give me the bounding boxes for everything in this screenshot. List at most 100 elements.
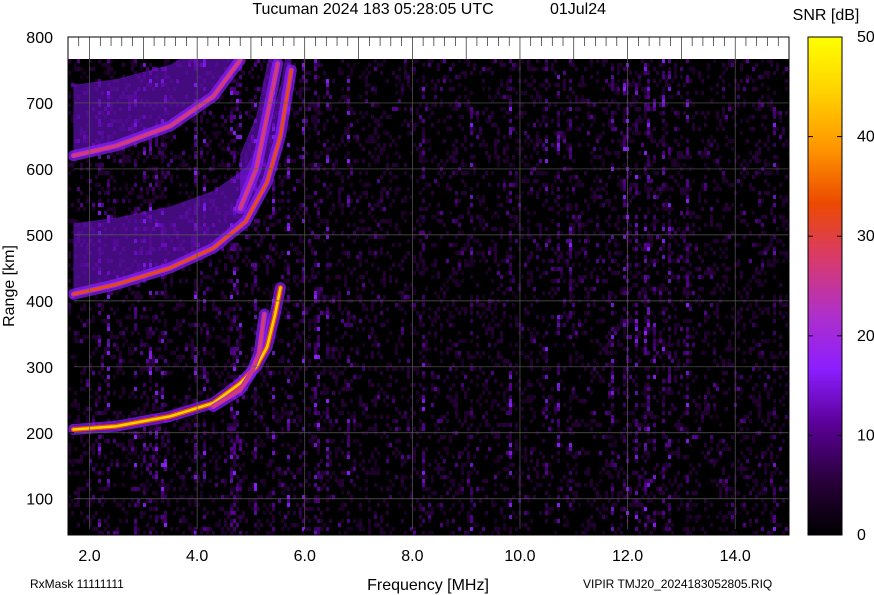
noise-cell: [341, 439, 344, 443]
noise-cell: [83, 387, 86, 391]
noise-cell: [284, 183, 287, 187]
noise-cell: [86, 367, 89, 371]
noise-cell: [365, 355, 368, 359]
noise-cell: [317, 507, 320, 511]
noise-cell: [212, 307, 215, 311]
noise-cell: [101, 303, 104, 307]
noise-cell: [254, 267, 257, 271]
noise-cell: [119, 175, 122, 179]
noise-cell: [83, 335, 86, 339]
noise-cell: [383, 323, 386, 327]
noise-cell: [314, 63, 317, 67]
noise-cell: [317, 339, 320, 343]
noise-cell: [260, 371, 263, 375]
noise-cell: [305, 195, 308, 199]
noise-cell: [371, 383, 374, 387]
noise-cell: [293, 527, 296, 531]
noise-cell: [77, 67, 80, 71]
noise-cell: [281, 399, 284, 403]
noise-cell: [215, 267, 218, 271]
noise-cell: [320, 519, 323, 523]
noise-cell: [125, 155, 128, 159]
noise-cell: [239, 291, 242, 295]
noise-cell: [362, 127, 365, 131]
noise-cell: [209, 139, 212, 143]
noise-cell: [164, 523, 167, 527]
noise-cell: [161, 303, 164, 307]
noise-cell: [392, 419, 395, 423]
noise-cell: [305, 507, 308, 511]
noise-cell: [308, 371, 311, 375]
noise-cell: [230, 115, 233, 119]
noise-cell: [287, 207, 290, 211]
noise-cell: [338, 291, 341, 295]
noise-cell: [173, 439, 176, 443]
noise-cell: [335, 419, 338, 423]
noise-cell: [323, 387, 326, 391]
noise-cell: [155, 195, 158, 199]
noise-cell: [203, 111, 206, 115]
noise-cell: [248, 463, 251, 467]
noise-cell: [362, 507, 365, 511]
noise-cell: [287, 251, 290, 255]
noise-cell: [368, 135, 371, 139]
noise-cell: [305, 75, 308, 79]
noise-cell: [203, 491, 206, 495]
noise-cell: [299, 235, 302, 239]
noise-cell: [374, 395, 377, 399]
noise-cell: [347, 199, 350, 203]
noise-cell: [215, 451, 218, 455]
noise-cell: [77, 499, 80, 503]
noise-cell: [251, 267, 254, 271]
noise-cell: [149, 355, 152, 359]
noise-cell: [98, 339, 101, 343]
noise-cell: [311, 439, 314, 443]
noise-cell: [83, 467, 86, 471]
noise-cell: [209, 335, 212, 339]
noise-cell: [359, 423, 362, 427]
noise-cell: [122, 499, 125, 503]
noise-cell: [284, 527, 287, 531]
noise-cell: [155, 367, 158, 371]
noise-cell: [152, 475, 155, 479]
noise-cell: [368, 367, 371, 371]
noise-cell: [110, 483, 113, 487]
noise-cell: [221, 159, 224, 163]
noise-cell: [359, 195, 362, 199]
noise-cell: [257, 275, 260, 279]
noise-cell: [350, 323, 353, 327]
noise-cell: [350, 315, 353, 319]
noise-cell: [314, 447, 317, 451]
noise-cell: [377, 103, 380, 107]
noise-cell: [257, 59, 260, 63]
noise-cell: [158, 303, 161, 307]
noise-cell: [296, 115, 299, 119]
noise-cell: [128, 207, 131, 211]
noise-cell: [167, 363, 170, 367]
noise-cell: [209, 447, 212, 451]
noise-cell: [230, 503, 233, 507]
noise-cell: [113, 387, 116, 391]
noise-cell: [92, 499, 95, 503]
noise-cell: [77, 407, 80, 411]
noise-cell: [146, 295, 149, 299]
noise-cell: [272, 503, 275, 507]
noise-cell: [386, 363, 389, 367]
noise-cell: [221, 519, 224, 523]
noise-cell: [329, 439, 332, 443]
noise-cell: [317, 219, 320, 223]
noise-cell: [275, 251, 278, 255]
noise-cell: [233, 159, 236, 163]
noise-cell: [191, 151, 194, 155]
noise-cell: [386, 195, 389, 199]
noise-cell: [347, 291, 350, 295]
noise-cell: [203, 355, 206, 359]
noise-cell: [254, 483, 257, 487]
noise-cell: [110, 451, 113, 455]
noise-cell: [281, 191, 284, 195]
noise-cell: [275, 199, 278, 203]
noise-cell: [80, 203, 83, 207]
noise-cell: [365, 159, 368, 163]
noise-cell: [287, 271, 290, 275]
noise-cell: [215, 471, 218, 475]
